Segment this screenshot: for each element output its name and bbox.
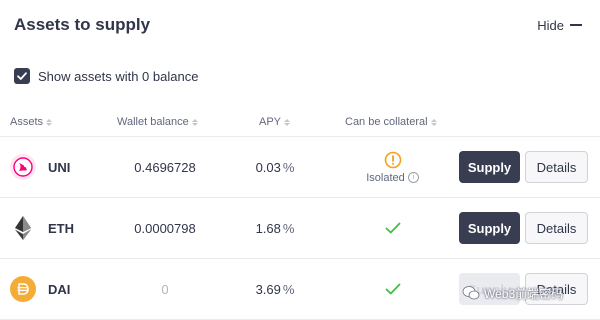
uni-token-icon xyxy=(10,154,36,180)
show-zero-balance-checkbox[interactable] xyxy=(14,68,30,84)
asset-cell: UNI xyxy=(10,137,70,197)
eth-token-icon xyxy=(10,215,36,241)
isolated-label[interactable]: Isolated i xyxy=(366,172,419,184)
show-zero-balance-label: Show assets with 0 balance xyxy=(38,68,199,84)
wechat-icon xyxy=(462,286,480,300)
sort-icon xyxy=(191,118,198,126)
wallet-balance: 0.0000798 xyxy=(134,220,196,236)
details-button[interactable]: Details xyxy=(525,212,588,244)
sort-icon xyxy=(430,118,437,126)
apy-value: 1.68% xyxy=(255,220,295,236)
wallet-balance: 0.4696728 xyxy=(134,159,196,175)
column-header-wallet-balance[interactable]: Wallet balance xyxy=(117,116,198,128)
watermark: Web3前端密码 xyxy=(462,282,563,304)
column-header-apy[interactable]: APY xyxy=(259,116,291,128)
asset-symbol: ETH xyxy=(48,220,74,236)
supply-button[interactable]: Supply xyxy=(459,151,520,183)
details-button[interactable]: Details xyxy=(525,151,588,183)
collateral-cell xyxy=(340,259,445,319)
hide-button[interactable]: Hide xyxy=(537,18,582,33)
check-icon xyxy=(385,283,400,295)
info-icon[interactable]: i xyxy=(407,172,419,183)
table-header: Assets Wallet balance APY Can be collate… xyxy=(0,110,600,137)
table-row: UNI 0.4696728 0.03% Isolated i Supply De… xyxy=(0,137,600,198)
table-row: ETH 0.0000798 1.68% Supply Details xyxy=(0,198,600,259)
dai-token-icon xyxy=(10,276,36,302)
asset-symbol: UNI xyxy=(48,159,71,175)
hide-label: Hide xyxy=(537,17,564,33)
section-header: Assets to supply Hide xyxy=(14,12,582,38)
collateral-cell xyxy=(340,198,445,258)
apy-value: 0.03% xyxy=(255,159,295,175)
warning-icon xyxy=(384,151,401,168)
section-title: Assets to supply xyxy=(14,15,151,34)
column-header-assets[interactable]: Assets xyxy=(10,116,53,128)
show-zero-balance-toggle[interactable]: Show assets with 0 balance xyxy=(14,66,198,86)
apy-value: 3.69% xyxy=(255,281,295,297)
checkmark-icon xyxy=(17,72,27,80)
check-icon xyxy=(385,222,400,234)
minus-icon xyxy=(570,24,582,26)
sort-icon xyxy=(46,118,53,126)
watermark-text: Web3前端密码 xyxy=(484,286,564,301)
asset-cell: DAI xyxy=(10,259,70,319)
asset-symbol: DAI xyxy=(48,281,71,297)
column-header-collateral[interactable]: Can be collateral xyxy=(345,116,437,128)
supply-button[interactable]: Supply xyxy=(459,212,520,244)
asset-cell: ETH xyxy=(10,198,74,258)
sort-icon xyxy=(284,118,291,126)
collateral-cell: Isolated i xyxy=(340,137,445,197)
wallet-balance: 0 xyxy=(161,281,169,297)
